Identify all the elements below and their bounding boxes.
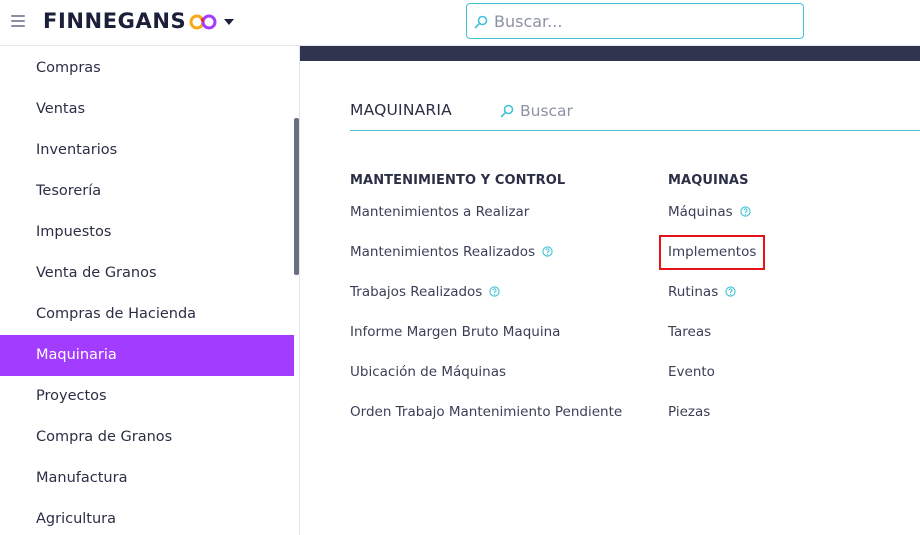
global-search[interactable] — [466, 3, 804, 39]
sidebar-item-inventarios[interactable]: Inventarios — [0, 130, 294, 171]
sidebar-item-agricultura[interactable]: Agricultura — [0, 499, 294, 535]
module-search-input[interactable] — [520, 101, 910, 121]
help-circle-icon[interactable] — [542, 243, 553, 257]
menu-link[interactable]: Piezas — [668, 402, 710, 422]
help-circle-icon[interactable] — [489, 283, 500, 297]
menu-link-label: Informe Margen Bruto Maquina — [350, 324, 561, 340]
brand-dropdown-caret-icon[interactable] — [224, 19, 234, 25]
main-content: MAQUINARIA MANTENIMIENTO Y CONTROL Manten… — [300, 46, 920, 535]
menu-link-label: Ubicación de Máquinas — [350, 364, 507, 380]
global-search-input[interactable] — [494, 10, 794, 32]
sidebar-item-proyectos[interactable]: Proyectos — [0, 376, 294, 417]
sidebar-item-compras-de-hacienda[interactable]: Compras de Hacienda — [0, 294, 294, 335]
module-search[interactable] — [498, 101, 920, 129]
menu-link-label: Mantenimientos a Realizar — [350, 204, 530, 220]
sidebar-item-maquinaria[interactable]: Maquinaria — [0, 335, 294, 376]
search-underline — [350, 130, 920, 131]
sidebar-item-impuestos[interactable]: Impuestos — [0, 212, 294, 253]
sidebar: Compras Ventas Inventarios Tesorería Impuest… — [0, 46, 300, 535]
menu-link-label: Implementos — [668, 244, 757, 260]
help-circle-icon[interactable] — [725, 283, 736, 297]
menu-link[interactable]: Orden Trabajo Mantenimiento Pendiente — [350, 402, 622, 422]
menu-link[interactable]: Informe Margen Bruto Maquina — [350, 322, 560, 342]
sidebar-item-compra-de-granos[interactable]: Compra de Granos — [0, 417, 294, 458]
hamburger-menu-icon[interactable] — [11, 15, 25, 27]
menu-link[interactable]: Mantenimientos a Realizar — [350, 202, 529, 222]
help-circle-icon[interactable] — [740, 203, 751, 217]
module-title: MAQUINARIA — [350, 101, 452, 119]
menu-link-label: Mantenimientos Realizados — [350, 244, 536, 260]
menu-link-label: Piezas — [668, 404, 711, 420]
sidebar-item-ventas[interactable]: Ventas — [0, 89, 294, 130]
header-band — [300, 46, 920, 61]
menu-link[interactable]: Máquinas — [668, 202, 751, 222]
brand-name[interactable]: FINNEGANS — [43, 9, 186, 33]
menu-link-label: Trabajos Realizados — [350, 284, 483, 300]
menu-link-label: Tareas — [668, 324, 712, 340]
column-title: MAQUINAS — [668, 173, 749, 188]
column-title: MANTENIMIENTO Y CONTROL — [350, 173, 566, 188]
menu-link[interactable]: Mantenimientos Realizados — [350, 242, 553, 262]
menu-link[interactable]: Ubicación de Máquinas — [350, 362, 506, 382]
menu-link[interactable]: Rutinas — [668, 282, 736, 302]
menu-link-label: Evento — [668, 364, 715, 380]
infinity-co-logo-icon — [189, 14, 217, 30]
sidebar-item-tesoreria[interactable]: Tesorería — [0, 171, 294, 212]
menu-link-label: Orden Trabajo Mantenimiento Pendiente — [350, 404, 623, 420]
search-icon — [474, 15, 488, 29]
menu-link[interactable]: Evento — [668, 362, 715, 382]
menu-link-label: Máquinas — [668, 204, 733, 220]
search-icon — [500, 104, 514, 118]
menu-link[interactable]: Tareas — [668, 322, 711, 342]
sidebar-scrollbar[interactable] — [294, 118, 299, 275]
sidebar-item-manufactura[interactable]: Manufactura — [0, 458, 294, 499]
menu-link-label: Rutinas — [668, 284, 719, 300]
top-header: FINNEGANS — [0, 0, 920, 46]
sidebar-item-venta-de-granos[interactable]: Venta de Granos — [0, 253, 294, 294]
sidebar-item-compras[interactable]: Compras — [0, 48, 294, 89]
menu-link[interactable]: Implementos — [668, 242, 756, 262]
menu-link[interactable]: Trabajos Realizados — [350, 282, 500, 302]
